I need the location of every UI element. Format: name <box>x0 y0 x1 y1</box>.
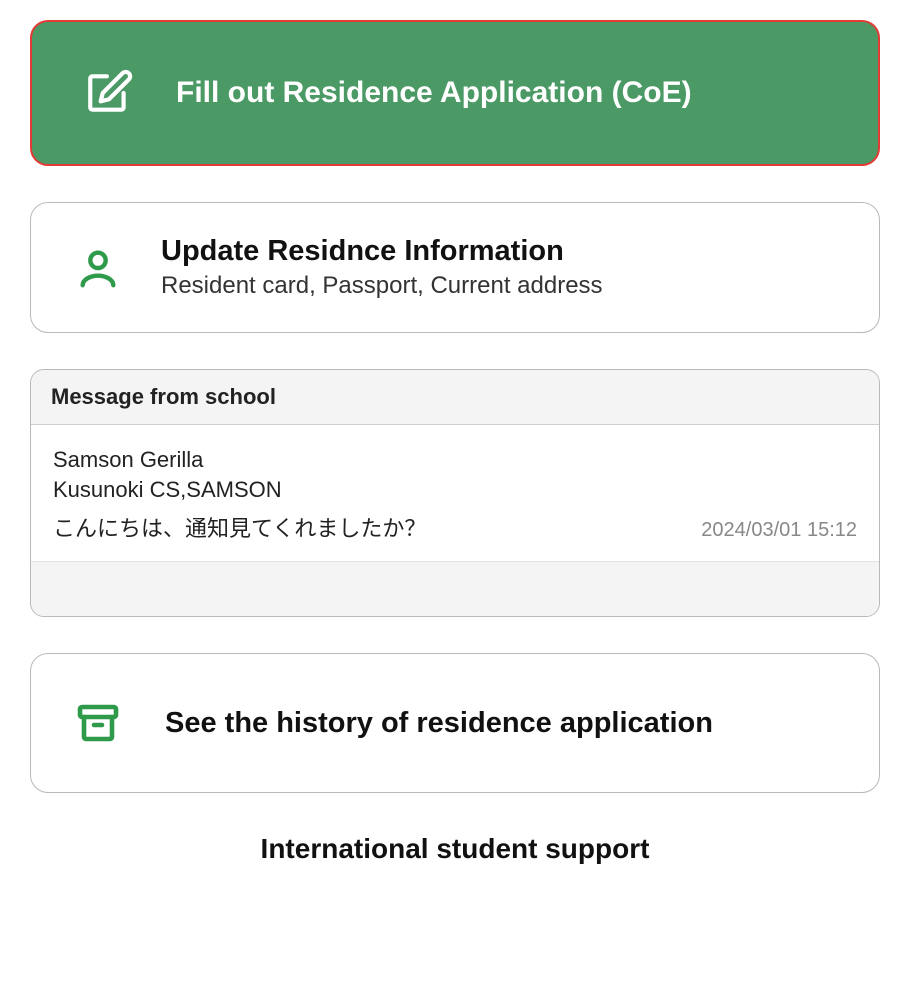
archive-icon <box>71 696 125 750</box>
message-content: こんにちは、通知見てくれましたか？ <box>53 511 426 543</box>
edit-icon <box>82 66 136 120</box>
history-residence-application-button[interactable]: See the history of residence application <box>30 653 880 793</box>
update-residence-title: Update Residnce Information <box>161 235 603 268</box>
message-sender-name: Samson Gerilla <box>53 447 857 473</box>
message-from-school-box: Message from school Samson Gerilla Kusun… <box>30 369 880 617</box>
person-icon <box>71 241 125 295</box>
message-footer <box>31 562 879 616</box>
fill-residence-application-button[interactable]: Fill out Residence Application (CoE) <box>30 20 880 166</box>
message-header: Message from school <box>31 370 879 425</box>
update-residence-text: Update Residnce Information Resident car… <box>161 235 603 300</box>
message-sender-org: Kusunoki CS,SAMSON <box>53 477 857 503</box>
update-residence-info-button[interactable]: Update Residnce Information Resident car… <box>30 202 880 333</box>
fill-residence-application-label: Fill out Residence Application (CoE) <box>176 76 692 110</box>
footer-heading: International student support <box>30 833 880 865</box>
message-item[interactable]: Samson Gerilla Kusunoki CS,SAMSON こんにちは、… <box>31 425 879 562</box>
message-timestamp: 2024/03/01 15:12 <box>701 519 857 542</box>
update-residence-subtitle: Resident card, Passport, Current address <box>161 272 603 300</box>
history-residence-label: See the history of residence application <box>165 707 713 740</box>
